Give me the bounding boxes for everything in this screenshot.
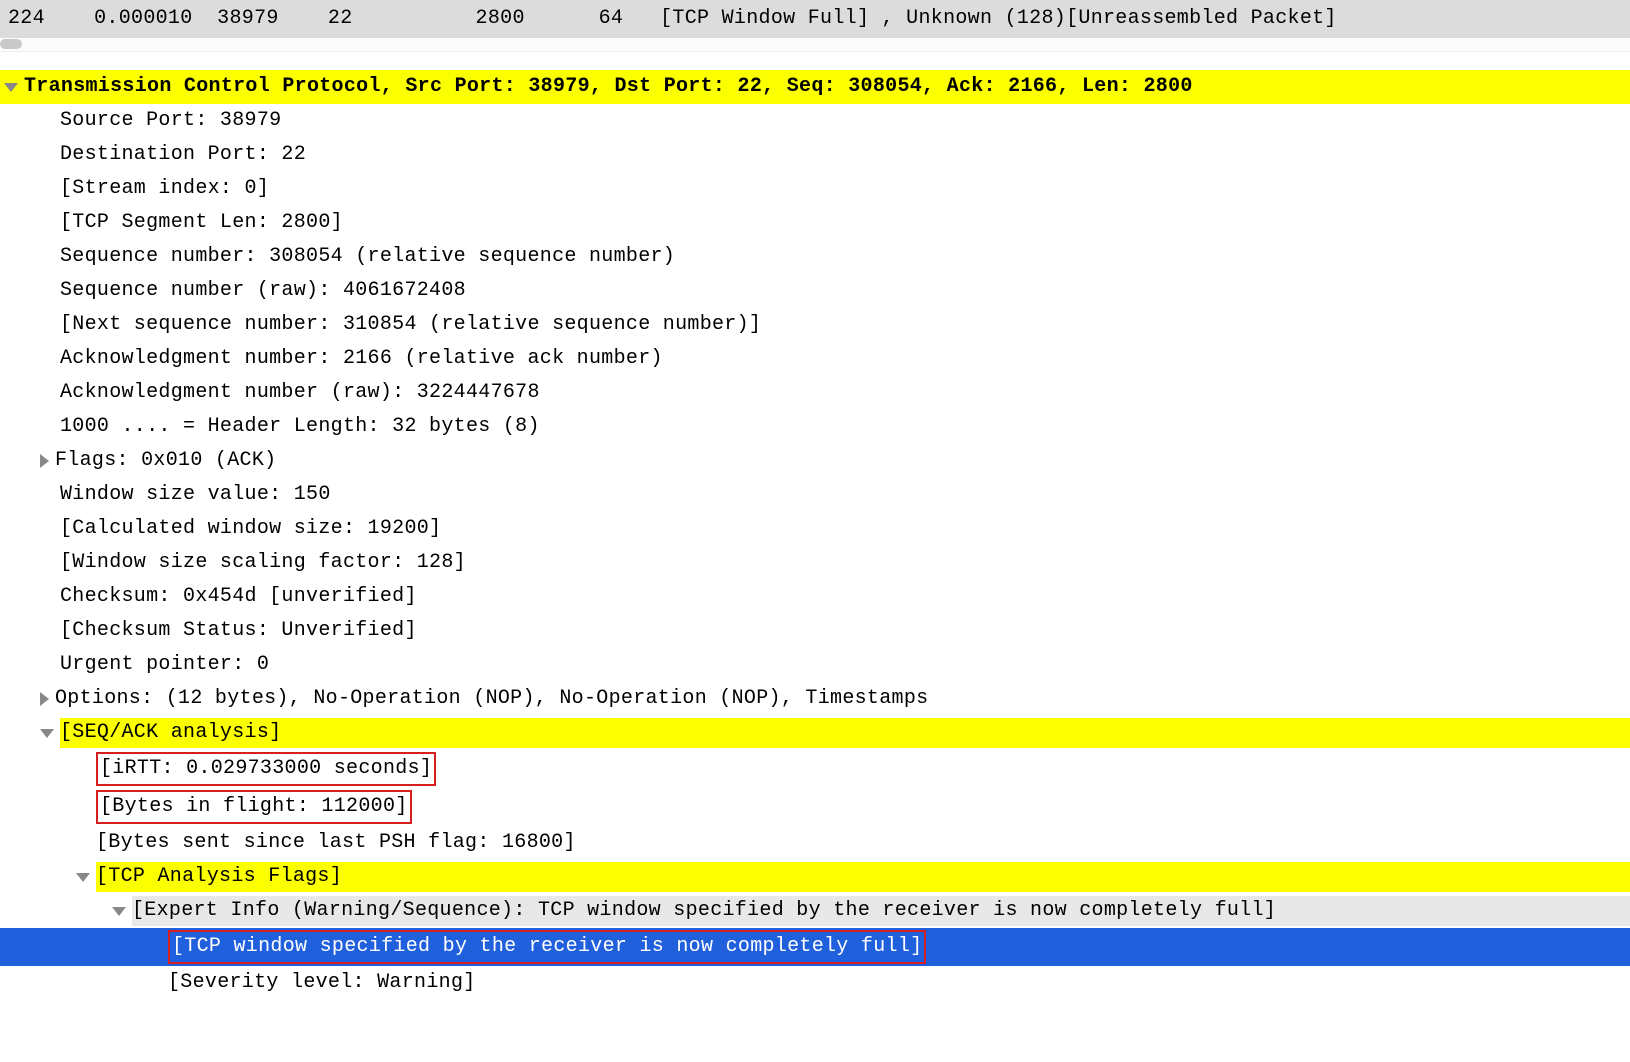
col-no: 224: [8, 4, 45, 34]
seqack-header-label: [SEQ/ACK analysis]: [60, 718, 1630, 748]
expert-info-severity-label: [Severity level: Warning]: [168, 968, 476, 998]
disclosure-triangle-icon[interactable]: [112, 907, 126, 916]
tcp-options[interactable]: Options: (12 bytes), No-Operation (NOP),…: [0, 682, 1630, 716]
disclosure-triangle-icon[interactable]: [40, 692, 49, 706]
horizontal-scrollbar[interactable]: [0, 38, 1630, 52]
tcp-win-size-value-label: Window size value: 150: [60, 480, 331, 510]
tcp-ack-raw-label: Acknowledgment number (raw): 3224447678: [60, 378, 540, 408]
tcp-src-port-label: Source Port: 38979: [60, 106, 281, 136]
tcp-src-port[interactable]: Source Port: 38979: [0, 104, 1630, 138]
tcp-win-size-value[interactable]: Window size value: 150: [0, 478, 1630, 512]
tcp-checksum-status-label: [Checksum Status: Unverified]: [60, 616, 417, 646]
disclosure-triangle-icon[interactable]: [76, 873, 90, 882]
tcp-ack-rel-label: Acknowledgment number: 2166 (relative ac…: [60, 344, 663, 374]
tcp-analysis-flags-label: [TCP Analysis Flags]: [96, 862, 1630, 892]
col-dstport: 22: [328, 4, 353, 34]
expert-info-message-row[interactable]: [TCP window specified by the receiver is…: [0, 928, 1630, 966]
col-info: [TCP Window Full] , Unknown (128)[Unreas…: [660, 4, 1337, 34]
seqack-bytes-since-psh[interactable]: [Bytes sent since last PSH flag: 16800]: [0, 826, 1630, 860]
tcp-options-label: Options: (12 bytes), No-Operation (NOP),…: [55, 684, 928, 714]
tcp-urgent[interactable]: Urgent pointer: 0: [0, 648, 1630, 682]
tcp-header-row[interactable]: Transmission Control Protocol, Src Port:…: [0, 70, 1630, 104]
tcp-win-scale-label: [Window size scaling factor: 128]: [60, 548, 466, 578]
expert-info-row[interactable]: [Expert Info (Warning/Sequence): TCP win…: [0, 894, 1630, 928]
tcp-ack-raw[interactable]: Acknowledgment number (raw): 3224447678: [0, 376, 1630, 410]
seqack-header-row[interactable]: [SEQ/ACK analysis]: [0, 716, 1630, 750]
tcp-segment-len[interactable]: [TCP Segment Len: 2800]: [0, 206, 1630, 240]
tcp-seq-raw[interactable]: Sequence number (raw): 4061672408: [0, 274, 1630, 308]
bytes-in-flight-highlight-box: [Bytes in flight: 112000]: [96, 790, 412, 824]
tcp-seq-raw-label: Sequence number (raw): 4061672408: [60, 276, 466, 306]
expert-info-label: [Expert Info (Warning/Sequence): TCP win…: [132, 896, 1630, 926]
tcp-header-label: Transmission Control Protocol, Src Port:…: [24, 72, 1193, 102]
tcp-dst-port-label: Destination Port: 22: [60, 140, 306, 170]
scrollbar-thumb[interactable]: [0, 39, 22, 49]
tcp-seq-rel-label: Sequence number: 308054 (relative sequen…: [60, 242, 675, 272]
tcp-checksum-status[interactable]: [Checksum Status: Unverified]: [0, 614, 1630, 648]
irtt-highlight-box: [iRTT: 0.029733000 seconds]: [96, 752, 436, 786]
expert-info-message-label: [TCP window specified by the receiver is…: [172, 935, 922, 958]
expert-info-severity-row[interactable]: [Severity level: Warning]: [0, 966, 1630, 1000]
seqack-psh-label: [Bytes sent since last PSH flag: 16800]: [96, 828, 576, 858]
tcp-next-seq[interactable]: [Next sequence number: 310854 (relative …: [0, 308, 1630, 342]
seqack-bif-label: [Bytes in flight: 112000]: [100, 795, 408, 818]
pane-gap: [0, 52, 1630, 70]
col-win: 64: [599, 4, 624, 34]
tcp-ack-rel[interactable]: Acknowledgment number: 2166 (relative ac…: [0, 342, 1630, 376]
tcp-stream-index-label: [Stream index: 0]: [60, 174, 269, 204]
tcp-checksum-label: Checksum: 0x454d [unverified]: [60, 582, 417, 612]
tcp-checksum[interactable]: Checksum: 0x454d [unverified]: [0, 580, 1630, 614]
col-time: 0.000010: [94, 4, 192, 34]
message-highlight-box: [TCP window specified by the receiver is…: [168, 930, 926, 964]
tcp-calc-win-size-label: [Calculated window size: 19200]: [60, 514, 441, 544]
packet-list-row[interactable]: 224 0.000010 38979 22 2800 64 [TCP Windo…: [0, 0, 1630, 38]
seqack-bytes-in-flight[interactable]: [Bytes in flight: 112000]: [0, 788, 1630, 826]
tcp-hdr-len-label: 1000 .... = Header Length: 32 bytes (8): [60, 412, 540, 442]
disclosure-triangle-icon[interactable]: [4, 83, 18, 92]
tcp-flags-label: Flags: 0x010 (ACK): [55, 446, 276, 476]
packet-details-pane: Transmission Control Protocol, Src Port:…: [0, 70, 1630, 1000]
col-len: 2800: [476, 4, 525, 34]
disclosure-triangle-icon[interactable]: [40, 729, 54, 738]
tcp-flags[interactable]: Flags: 0x010 (ACK): [0, 444, 1630, 478]
tcp-seq-rel[interactable]: Sequence number: 308054 (relative sequen…: [0, 240, 1630, 274]
disclosure-triangle-icon[interactable]: [40, 454, 49, 468]
tcp-win-scale[interactable]: [Window size scaling factor: 128]: [0, 546, 1630, 580]
tcp-analysis-flags-row[interactable]: [TCP Analysis Flags]: [0, 860, 1630, 894]
seqack-irtt[interactable]: [iRTT: 0.029733000 seconds]: [0, 750, 1630, 788]
tcp-next-seq-label: [Next sequence number: 310854 (relative …: [60, 310, 761, 340]
seqack-irtt-label: [iRTT: 0.029733000 seconds]: [100, 757, 432, 780]
tcp-stream-index[interactable]: [Stream index: 0]: [0, 172, 1630, 206]
tcp-urgent-label: Urgent pointer: 0: [60, 650, 269, 680]
tcp-hdr-len[interactable]: 1000 .... = Header Length: 32 bytes (8): [0, 410, 1630, 444]
tcp-segment-len-label: [TCP Segment Len: 2800]: [60, 208, 343, 238]
col-srcport: 38979: [217, 4, 279, 34]
tcp-dst-port[interactable]: Destination Port: 22: [0, 138, 1630, 172]
tcp-calc-win-size[interactable]: [Calculated window size: 19200]: [0, 512, 1630, 546]
